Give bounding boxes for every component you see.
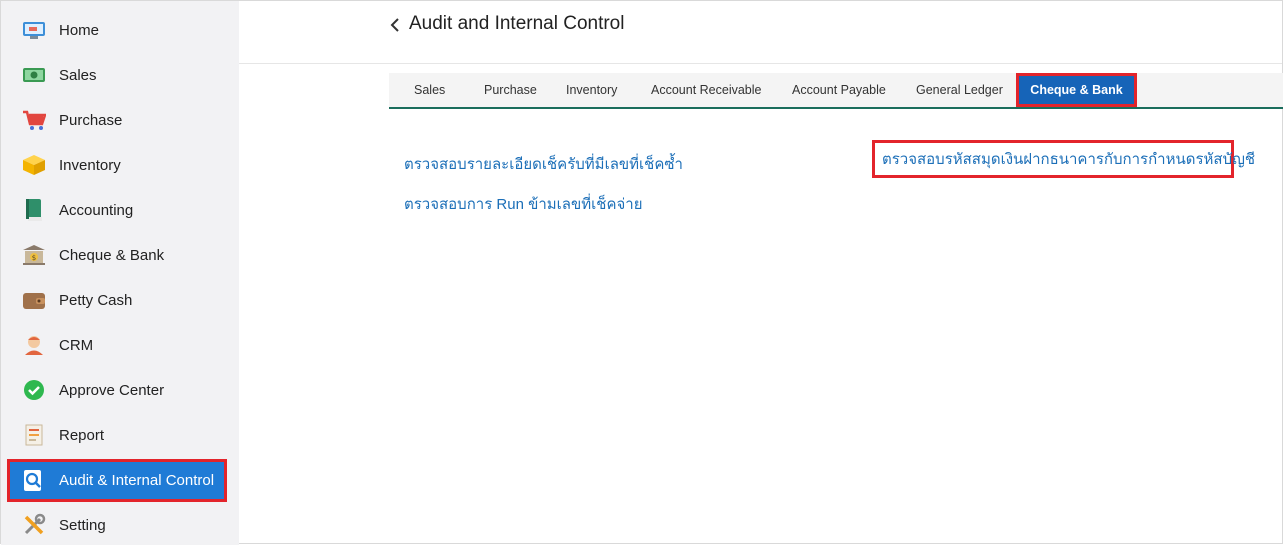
- sidebar-item-label: Inventory: [59, 156, 121, 174]
- sidebar-item-label: Home: [59, 21, 100, 39]
- wallet-icon: [21, 287, 47, 313]
- tab-bar: Sales Purchase Inventory Account Receiva…: [389, 73, 1283, 109]
- page-title: Audit and Internal Control: [409, 13, 625, 34]
- sidebar-item-label: CRM: [59, 336, 94, 354]
- sidebar-item-label: Sales: [59, 66, 97, 84]
- sidebar-item-petty-cash[interactable]: Petty Cash: [7, 279, 227, 321]
- audit-search-icon: [21, 468, 47, 494]
- sidebar-item-label: Accounting: [59, 201, 134, 219]
- tab-general-ledger[interactable]: General Ledger: [916, 73, 1003, 107]
- sidebar-item-label: Purchase: [59, 111, 123, 129]
- sidebar-item-purchase[interactable]: Purchase: [7, 99, 227, 141]
- sidebar-item-cheque-bank[interactable]: $ Cheque & Bank: [7, 234, 227, 276]
- bank-icon: $: [21, 242, 47, 268]
- link-check-bank-account-code[interactable]: ตรวจสอบรหัสสมุดเงินฝากธนาคารกับการกำหนดร…: [882, 147, 1255, 171]
- sidebar-item-label: Audit & Internal Control: [59, 472, 215, 489]
- sidebar: Home Sales Purchase Inventory Accounting…: [1, 1, 239, 545]
- sidebar-item-report[interactable]: Report: [7, 414, 227, 456]
- book-icon: [21, 197, 47, 223]
- sidebar-item-label: Report: [59, 426, 105, 444]
- sidebar-item-inventory[interactable]: Inventory: [7, 144, 227, 186]
- svg-text:$: $: [32, 254, 36, 262]
- link-check-received-duplicate[interactable]: ตรวจสอบรายละเอียดเช็ครับที่มีเลขที่เช็คซ…: [404, 152, 683, 176]
- tools-icon: [21, 512, 47, 538]
- sidebar-item-sales[interactable]: Sales: [7, 54, 227, 96]
- check-circle-icon: [21, 377, 47, 403]
- header-divider: [239, 63, 1282, 64]
- tab-inventory[interactable]: Inventory: [566, 73, 617, 107]
- tab-purchase[interactable]: Purchase: [484, 73, 537, 107]
- money-icon: [21, 62, 47, 88]
- sidebar-item-audit-internal-control[interactable]: Audit & Internal Control: [7, 459, 227, 502]
- tab-cheque-bank[interactable]: Cheque & Bank: [1016, 73, 1137, 107]
- link-check-run-skip[interactable]: ตรวจสอบการ Run ข้ามเลขที่เช็คจ่าย: [404, 192, 642, 216]
- sidebar-item-label: Petty Cash: [59, 291, 133, 309]
- sidebar-item-accounting[interactable]: Accounting: [7, 189, 227, 231]
- tab-account-payable[interactable]: Account Payable: [792, 73, 886, 107]
- back-button[interactable]: [386, 14, 404, 36]
- sidebar-item-label: Setting: [59, 516, 106, 534]
- chevron-left-icon: [390, 18, 399, 32]
- sidebar-item-label: Approve Center: [59, 381, 165, 399]
- sidebar-item-home[interactable]: Home: [7, 9, 227, 51]
- report-icon: [21, 422, 47, 448]
- cart-icon: [21, 107, 47, 133]
- highlight-box: ตรวจสอบรหัสสมุดเงินฝากธนาคารกับการกำหนดร…: [872, 140, 1255, 178]
- sidebar-item-approve-center[interactable]: Approve Center: [7, 369, 227, 411]
- tab-account-receivable[interactable]: Account Receivable: [651, 73, 761, 107]
- sidebar-item-setting[interactable]: Setting: [7, 504, 227, 546]
- home-icon: [21, 17, 47, 43]
- tab-sales[interactable]: Sales: [414, 73, 445, 107]
- sidebar-item-label: Cheque & Bank: [59, 246, 165, 264]
- sidebar-item-crm[interactable]: CRM: [7, 324, 227, 366]
- customer-icon: [21, 332, 47, 358]
- box-icon: [21, 152, 47, 178]
